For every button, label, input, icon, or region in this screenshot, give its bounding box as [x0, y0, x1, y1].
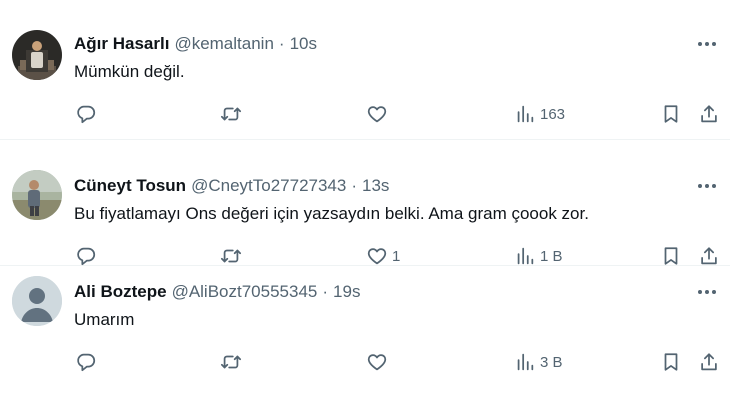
tweet-item[interactable]: Ağır Hasarlı @kemaltanin · 10s Mümkün de… [0, 0, 730, 140]
bookmark-button[interactable] [660, 348, 682, 376]
separator: · [322, 282, 329, 301]
share-icon [701, 105, 717, 123]
like-button[interactable] [366, 348, 392, 376]
retweet-icon [220, 107, 242, 121]
retweet-icon [220, 355, 242, 369]
author-name[interactable]: Cüneyt Tosun [74, 174, 186, 198]
default-avatar-icon [12, 276, 62, 326]
views-count: 1 B [540, 247, 563, 265]
views-button[interactable]: 3 B [514, 348, 563, 376]
tweet-item[interactable]: Cüneyt Tosun @CneytTo27727343 · 13s Bu f… [0, 140, 730, 266]
like-count: 1 [392, 247, 401, 265]
heart-icon [367, 248, 387, 265]
avatar[interactable] [12, 30, 62, 80]
author-name[interactable]: Ali Boztepe [74, 280, 167, 304]
tweet-actions: 3 B [74, 348, 718, 376]
retweet-icon [220, 249, 242, 263]
avatar[interactable] [12, 276, 62, 326]
tweet-text: Mümkün değil. [74, 62, 185, 81]
author-name[interactable]: Ağır Hasarlı [74, 32, 169, 56]
retweet-button[interactable] [220, 100, 242, 128]
tweet-header: Ali Boztepe @AliBozt70555345 · 19s [74, 280, 718, 304]
share-button[interactable] [698, 348, 720, 376]
avatar-photo [12, 170, 62, 220]
reply-feed: Ağır Hasarlı @kemaltanin · 10s Mümkün de… [0, 0, 730, 420]
tweet-actions: 163 [74, 100, 718, 128]
tweet-time[interactable]: 10s [290, 32, 317, 56]
share-button[interactable] [698, 100, 720, 128]
separator: · [278, 34, 285, 53]
tweet-content: Ali Boztepe @AliBozt70555345 · 19s Umarı… [74, 280, 718, 372]
reply-icon [77, 353, 96, 372]
bookmark-button[interactable] [660, 100, 682, 128]
views-chart-icon [517, 105, 534, 123]
bookmark-icon [664, 353, 678, 371]
separator: · [351, 176, 358, 195]
retweet-button[interactable] [220, 348, 242, 376]
more-dots-icon[interactable] [698, 36, 716, 52]
tweet-time[interactable]: 19s [333, 280, 360, 304]
views-button[interactable]: 163 [514, 100, 565, 128]
bookmark-icon [664, 105, 678, 123]
author-handle[interactable]: @CneytTo27727343 [191, 174, 346, 198]
author-handle[interactable]: @kemaltanin [174, 32, 273, 56]
bookmark-icon [664, 247, 678, 265]
avatar-photo [12, 30, 62, 80]
share-icon [701, 247, 717, 265]
tweet-time[interactable]: 13s [362, 174, 389, 198]
author-handle[interactable]: @AliBozt70555345 [172, 280, 318, 304]
heart-icon [367, 106, 387, 123]
like-button[interactable] [366, 100, 392, 128]
more-dots-icon[interactable] [698, 178, 716, 194]
views-chart-icon [517, 247, 534, 265]
reply-icon [77, 105, 96, 124]
tweet-item[interactable]: Ali Boztepe @AliBozt70555345 · 19s Umarı… [0, 266, 730, 420]
more-dots-icon[interactable] [698, 284, 716, 300]
reply-button[interactable] [75, 100, 97, 128]
tweet-header: Cüneyt Tosun @CneytTo27727343 · 13s [74, 174, 718, 198]
views-chart-icon [517, 353, 534, 371]
tweet-content: Ağır Hasarlı @kemaltanin · 10s Mümkün de… [74, 32, 718, 124]
tweet-text: Umarım [74, 310, 135, 329]
share-icon [701, 353, 717, 371]
avatar[interactable] [12, 170, 62, 220]
reply-icon [77, 247, 96, 266]
heart-icon [367, 354, 387, 371]
views-count: 163 [540, 105, 566, 123]
tweet-text: Bu fiyatlamayı Ons değeri için yazsaydın… [74, 204, 589, 223]
tweet-content: Cüneyt Tosun @CneytTo27727343 · 13s Bu f… [74, 174, 718, 266]
views-count: 3 B [540, 353, 563, 371]
reply-button[interactable] [75, 348, 97, 376]
tweet-header: Ağır Hasarlı @kemaltanin · 10s [74, 32, 718, 56]
